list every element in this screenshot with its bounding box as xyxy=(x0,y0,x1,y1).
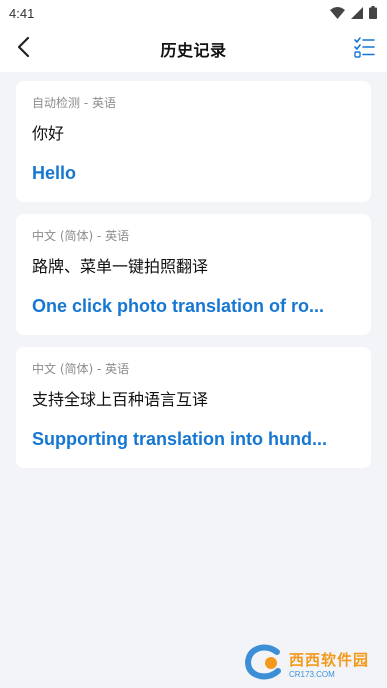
status-bar: 4:41 xyxy=(0,0,387,26)
translation-text: Hello xyxy=(32,163,77,183)
language-pair: 中文 (简体) - 英语 xyxy=(32,362,130,376)
language-pair: 中文 (简体) - 英语 xyxy=(32,229,130,243)
status-icons xyxy=(330,4,377,23)
language-pair: 自动检测 - 英语 xyxy=(32,96,116,110)
watermark-logo: 西西软件园 CR173.COM xyxy=(243,644,369,684)
source-text: 路牌、菜单一键拍照翻译 xyxy=(32,257,209,276)
translation-text: Supporting translation into hund... xyxy=(32,429,327,449)
page-title: 历史记录 xyxy=(160,41,227,60)
watermark-text: 西西软件园 xyxy=(288,651,369,669)
back-button[interactable] xyxy=(8,34,38,64)
history-manage-button[interactable] xyxy=(349,34,379,64)
status-time: 4:41 xyxy=(9,5,35,21)
history-list: 自动检测 - 英语 你好 Hello 中文 (简体) - 英语 路牌、菜单一键拍… xyxy=(0,72,387,468)
list-check-icon xyxy=(353,36,375,62)
history-card[interactable]: 中文 (简体) - 英语 路牌、菜单一键拍照翻译 One click photo… xyxy=(16,214,371,335)
source-text: 支持全球上百种语言互译 xyxy=(32,390,209,409)
wifi-icon xyxy=(330,4,345,23)
watermark-c-icon xyxy=(243,644,287,684)
signal-icon xyxy=(351,4,363,23)
translation-text: One click photo translation of ro... xyxy=(32,296,325,316)
chevron-left-icon xyxy=(16,36,30,62)
battery-icon xyxy=(369,4,377,23)
history-card[interactable]: 自动检测 - 英语 你好 Hello xyxy=(16,81,371,202)
source-text: 你好 xyxy=(32,124,65,143)
app-header: 历史记录 xyxy=(0,26,387,72)
history-card[interactable]: 中文 (简体) - 英语 支持全球上百种语言互译 Supporting tran… xyxy=(16,347,371,468)
watermark-sub: CR173.COM xyxy=(288,670,335,679)
